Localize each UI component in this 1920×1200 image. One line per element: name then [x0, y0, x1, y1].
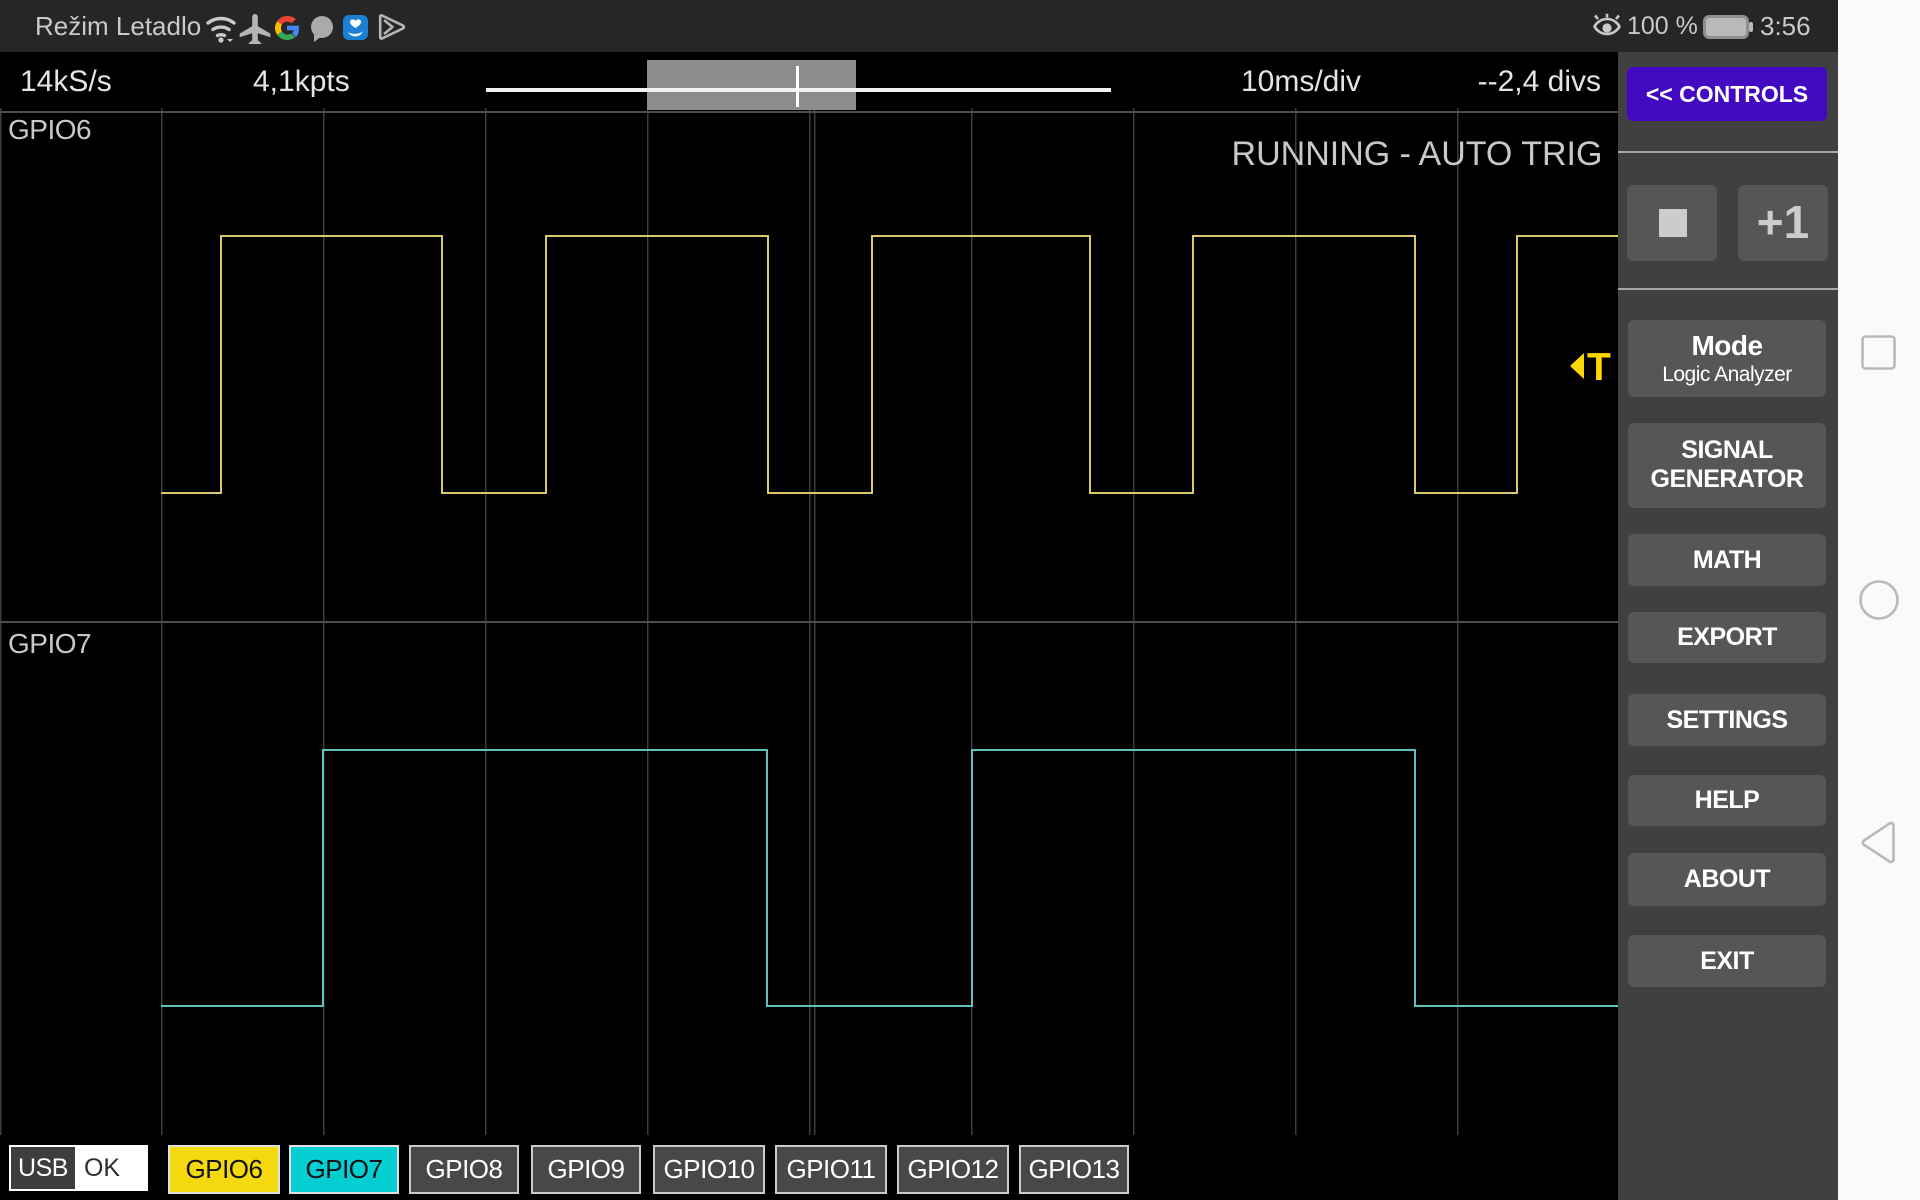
svg-text:T: T [1587, 346, 1611, 389]
